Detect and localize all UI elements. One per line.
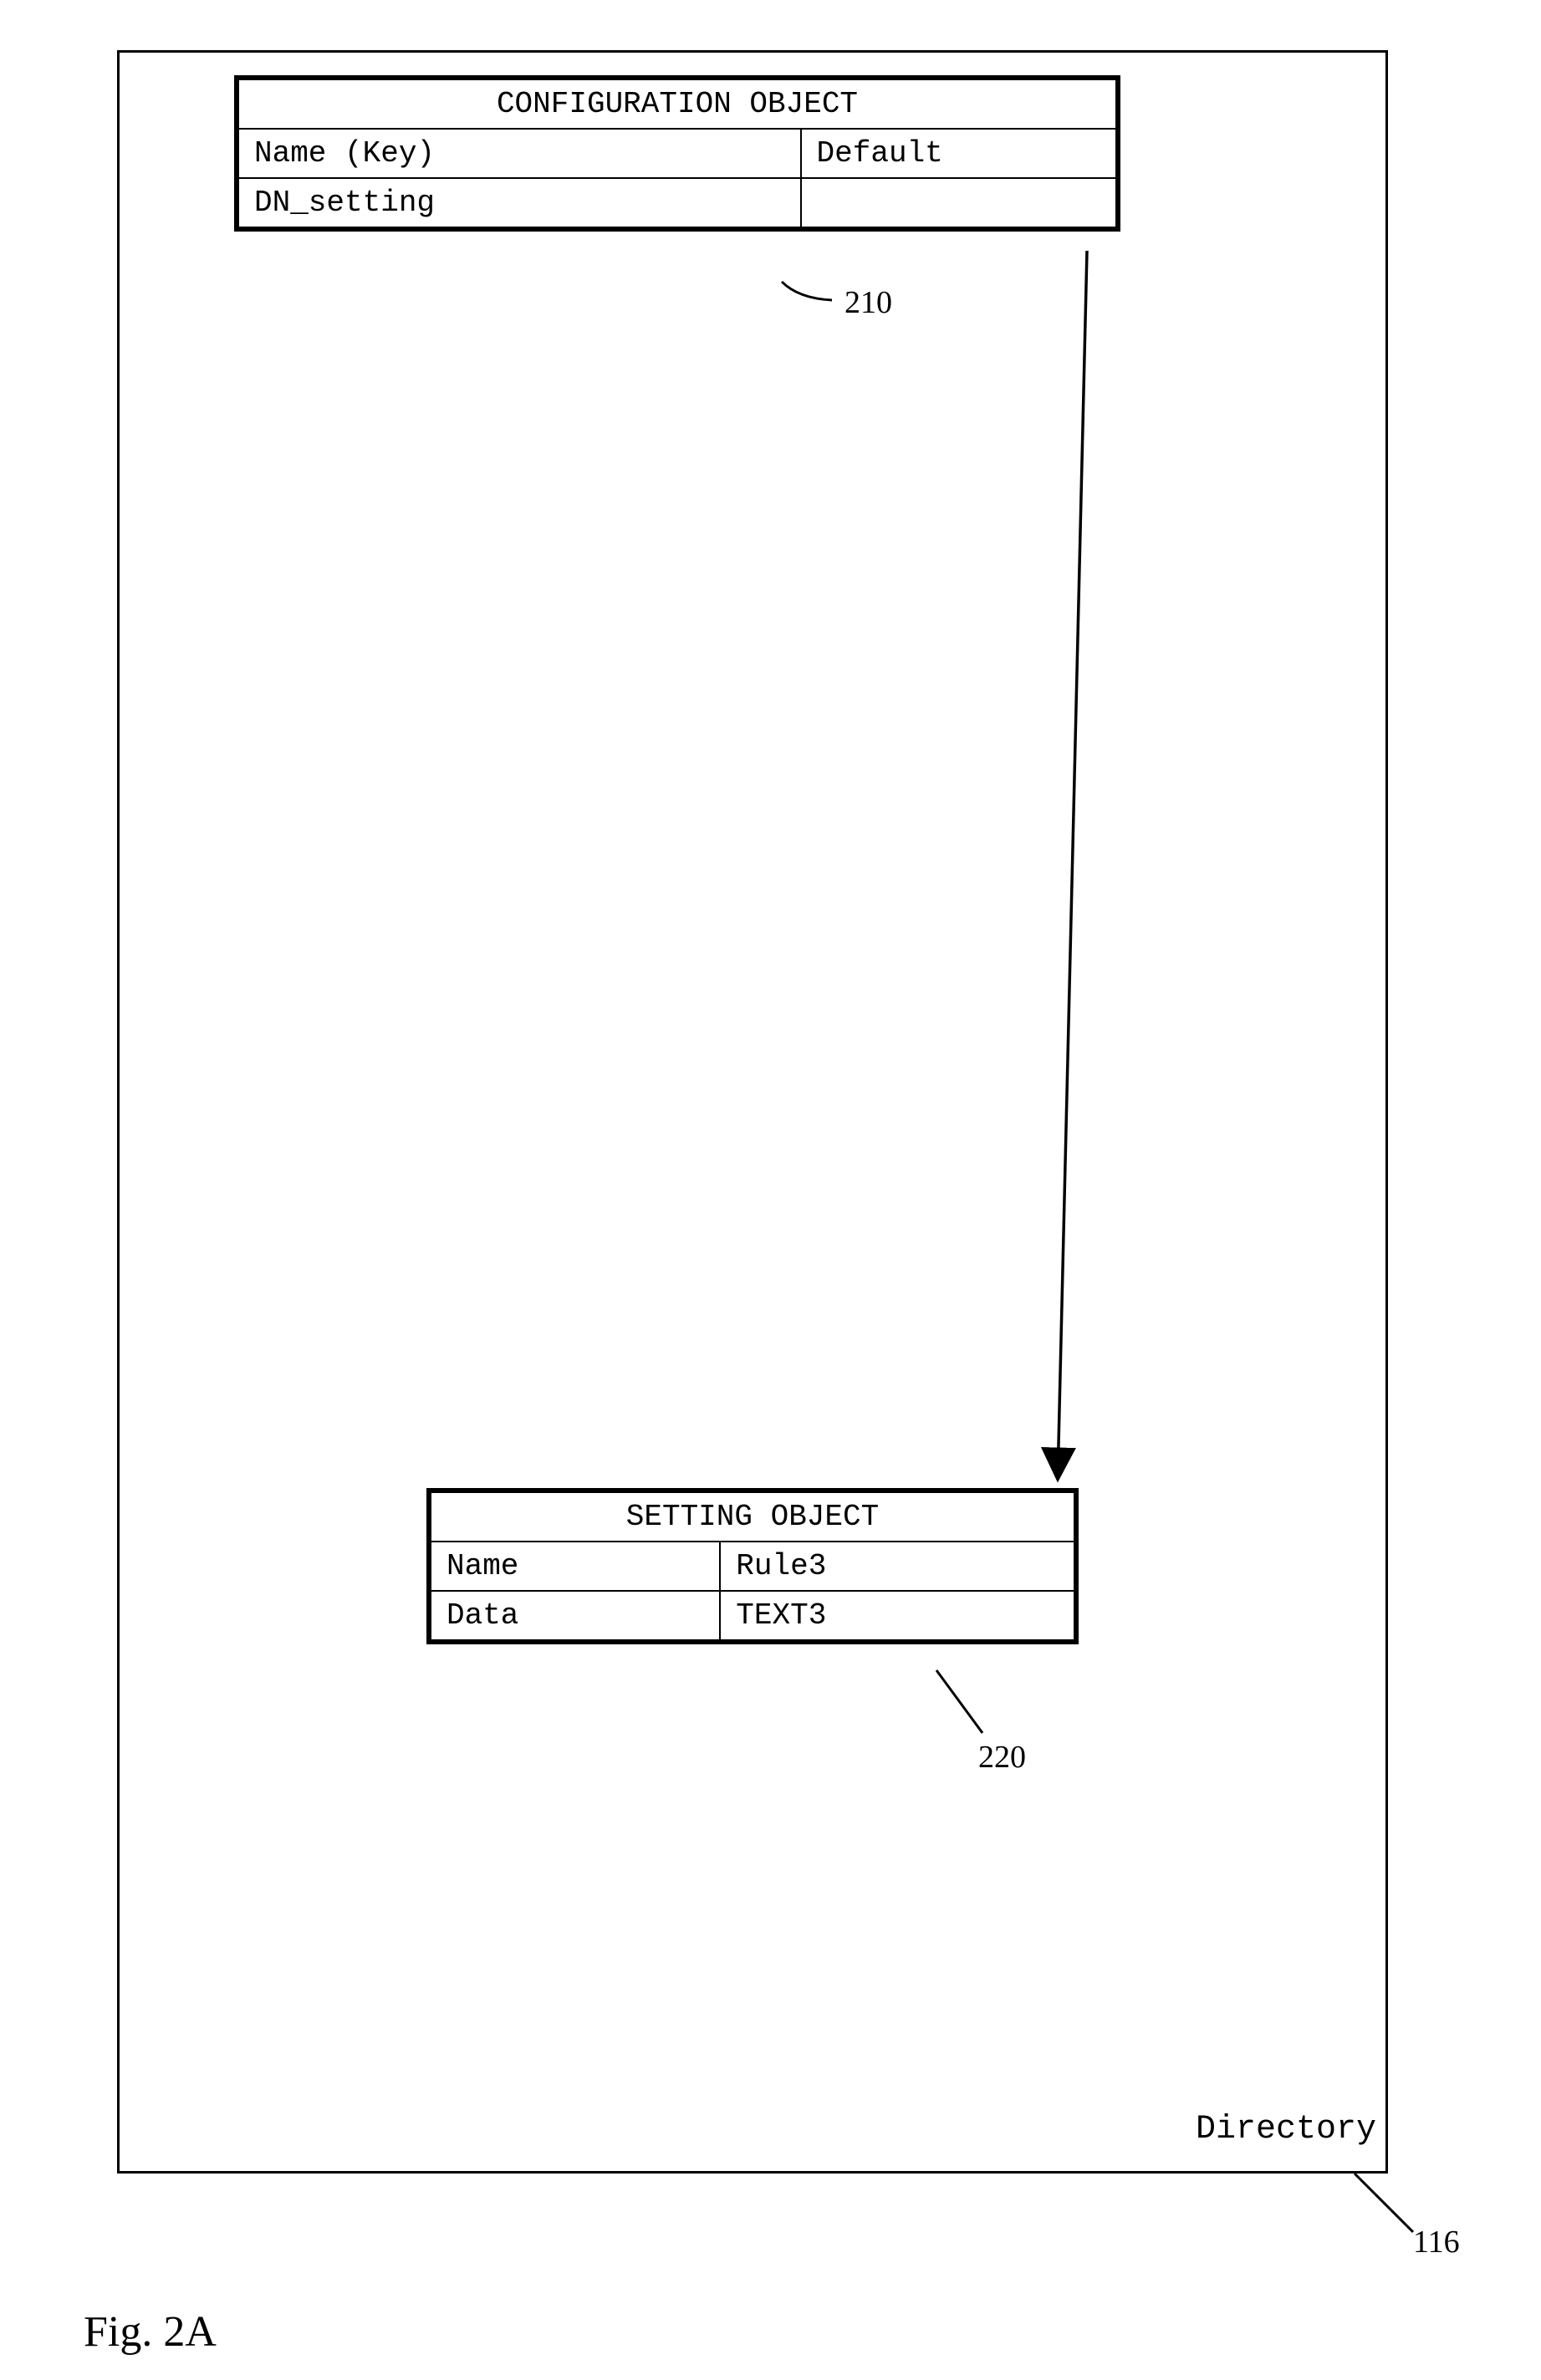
setting-object-row1-key: Name [429, 1542, 720, 1591]
configuration-object-title: CONFIGURATION OBJECT [237, 78, 1118, 129]
ref-116: 116 [1413, 2224, 1460, 2260]
configuration-object-row-default [801, 178, 1118, 229]
directory-label: Directory [1196, 2111, 1376, 2148]
setting-object-row2-val: TEXT3 [720, 1591, 1076, 1642]
configuration-object-table: CONFIGURATION OBJECT Name (Key) Default … [234, 75, 1120, 232]
setting-object-title: SETTING OBJECT [429, 1491, 1076, 1542]
setting-object-row2-key: Data [429, 1591, 720, 1642]
ref-220: 220 [978, 1739, 1026, 1776]
configuration-object-header-name: Name (Key) [237, 129, 801, 178]
setting-object-row1-val: Rule3 [720, 1542, 1076, 1591]
figure-page: CONFIGURATION OBJECT Name (Key) Default … [0, 0, 1541, 2380]
figure-caption: Fig. 2A [84, 2307, 217, 2357]
setting-object-table: SETTING OBJECT Name Rule3 Data TEXT3 [426, 1488, 1079, 1644]
leadline-116-icon [1355, 2174, 1413, 2232]
ref-210: 210 [844, 284, 892, 321]
configuration-object-header-default: Default [801, 129, 1118, 178]
configuration-object-row-name: DN_setting [237, 178, 801, 229]
directory-frame [117, 50, 1388, 2174]
